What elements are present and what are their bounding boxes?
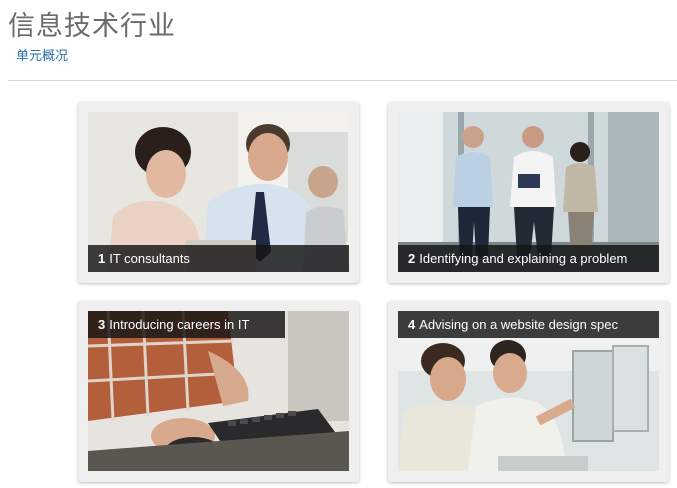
lesson-title: Identifying and explaining a problem <box>419 251 628 266</box>
lesson-card-4[interactable]: 4 Advising on a website design spec <box>388 301 669 482</box>
lesson-number: 3 <box>98 317 106 332</box>
page-title: 信息技术行业 <box>8 11 176 42</box>
lesson-number: 1 <box>98 251 106 266</box>
lesson-card-2-caption: 2 Identifying and explaining a problem <box>398 245 659 272</box>
lesson-card-4-image: 4 Advising on a website design spec <box>398 311 659 471</box>
lesson-card-3[interactable]: 3 Introducing careers in IT <box>78 301 359 482</box>
lesson-card-2-image: 2 Identifying and explaining a problem <box>398 112 659 272</box>
lesson-card-2[interactable]: 2 Identifying and explaining a problem <box>388 102 669 283</box>
lesson-number: 4 <box>408 317 416 332</box>
header-divider <box>8 80 677 81</box>
lesson-card-1-image: 1 IT consultants <box>88 112 349 272</box>
lesson-title: Advising on a website design spec <box>419 317 618 332</box>
lesson-title: IT consultants <box>109 251 190 266</box>
unit-overview-link[interactable]: 单元概况 <box>16 45 68 64</box>
lesson-card-1[interactable]: 1 IT consultants <box>78 102 359 283</box>
lesson-card-4-caption: 4 Advising on a website design spec <box>398 311 659 338</box>
lesson-card-3-image: 3 Introducing careers in IT <box>88 311 349 471</box>
lesson-card-3-caption: 3 Introducing careers in IT <box>88 311 285 338</box>
lesson-title: Introducing careers in IT <box>109 317 250 332</box>
lesson-card-1-caption: 1 IT consultants <box>88 245 349 272</box>
lesson-number: 2 <box>408 251 416 266</box>
